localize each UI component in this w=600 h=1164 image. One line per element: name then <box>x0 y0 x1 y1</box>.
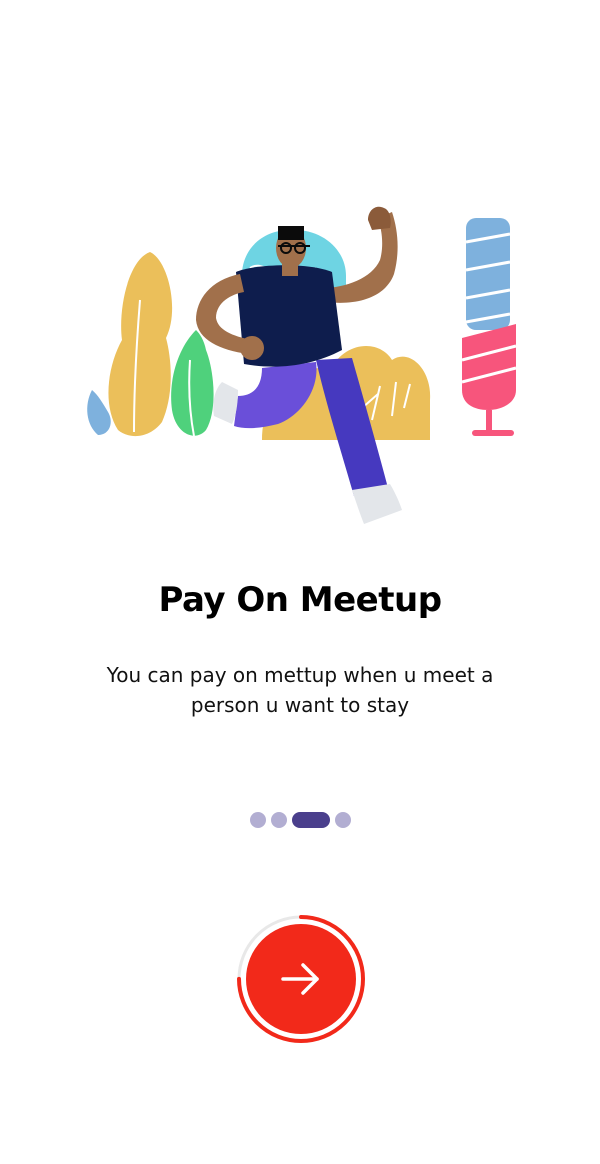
pager-indicator <box>0 812 600 828</box>
pager-dot[interactable] <box>270 812 287 828</box>
yellow-tall-leaf <box>108 252 173 437</box>
onboarding-illustration <box>87 206 517 524</box>
small-blue-leaf <box>87 390 111 435</box>
pink-pillar <box>462 324 516 410</box>
pager-dot[interactable] <box>249 812 266 828</box>
back-shoe <box>213 382 238 424</box>
arrow-right-icon <box>281 963 319 995</box>
next-button-container <box>236 914 366 1044</box>
pager-dot[interactable] <box>334 812 351 828</box>
front-shoe <box>352 484 402 524</box>
pager-dot-active[interactable] <box>291 812 330 828</box>
next-button[interactable] <box>246 924 356 1034</box>
page-title: Pay On Meetup <box>158 580 442 620</box>
page-description: You can pay on mettup when u meet a pers… <box>106 663 494 717</box>
